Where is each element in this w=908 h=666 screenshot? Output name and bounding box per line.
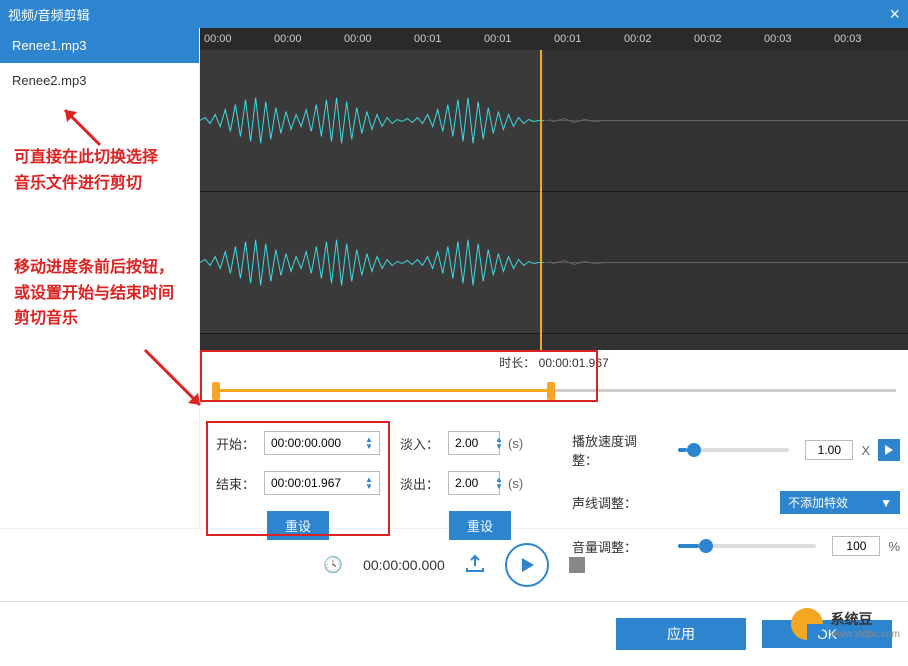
- voice-label: 声线调整：: [572, 493, 662, 512]
- titlebar: 视频/音频剪辑 ×: [0, 0, 908, 28]
- watermark-url: www.xtdpc.com: [831, 629, 900, 640]
- file-item[interactable]: Renee2.mp3: [0, 63, 199, 98]
- file-item[interactable]: Renee1.mp3: [0, 28, 199, 63]
- playhead[interactable]: [540, 50, 542, 350]
- fadeout-input[interactable]: ▲▼: [448, 471, 500, 495]
- logo-icon: [789, 606, 825, 642]
- timeline-ruler: 00:00 00:00 00:00 00:01 00:01 00:01 00:0…: [200, 28, 908, 50]
- annotation-box: [200, 350, 598, 402]
- controls-panel: 开始： ▲▼ 结束： ▲▼ 重设: [200, 411, 908, 576]
- watermark: 系统豆 www.xtdpc.com: [789, 606, 900, 642]
- editor-content: 00:00 00:00 00:00 00:01 00:01 00:01 00:0…: [200, 28, 908, 528]
- annotation-arrow-icon: [55, 100, 115, 160]
- speed-label: 播放速度调整：: [572, 431, 662, 469]
- speed-value[interactable]: 1.00: [805, 440, 853, 460]
- fadein-label: 淡入：: [400, 434, 440, 453]
- slider-thumb[interactable]: [687, 443, 701, 457]
- watermark-name: 系统豆: [831, 609, 900, 629]
- preview-speed-button[interactable]: [878, 439, 900, 461]
- annotation-arrow-icon: [135, 340, 215, 420]
- waveform-area[interactable]: [200, 50, 908, 350]
- spinner-icon[interactable]: ▲▼: [495, 476, 503, 490]
- volume-label: 音量调整：: [572, 537, 662, 556]
- close-icon[interactable]: ×: [889, 4, 900, 25]
- apply-button[interactable]: 应用: [616, 618, 746, 650]
- reset-fade-button[interactable]: 重设: [449, 511, 511, 540]
- volume-value[interactable]: 100: [832, 536, 880, 556]
- spinner-icon[interactable]: ▲▼: [495, 436, 503, 450]
- volume-slider[interactable]: [678, 544, 816, 548]
- waveform-left: [200, 50, 908, 192]
- waveform-right: [200, 192, 908, 334]
- voice-effect-dropdown[interactable]: 不添加特效 ▼: [780, 491, 900, 514]
- duration-bar: 时长： 00:00:01.967: [200, 350, 908, 411]
- window-title: 视频/音频剪辑: [8, 5, 90, 24]
- fadein-input[interactable]: ▲▼: [448, 431, 500, 455]
- annotation-text: 移动进度条前后按钮， 或设置开始与结束时间 剪切音乐: [14, 255, 174, 332]
- speed-slider[interactable]: [678, 448, 789, 452]
- slider-thumb[interactable]: [699, 539, 713, 553]
- footer: 应用 OK: [0, 601, 908, 666]
- fadeout-label: 淡出：: [400, 474, 440, 493]
- chevron-down-icon: ▼: [880, 496, 892, 510]
- annotation-box: [206, 421, 390, 536]
